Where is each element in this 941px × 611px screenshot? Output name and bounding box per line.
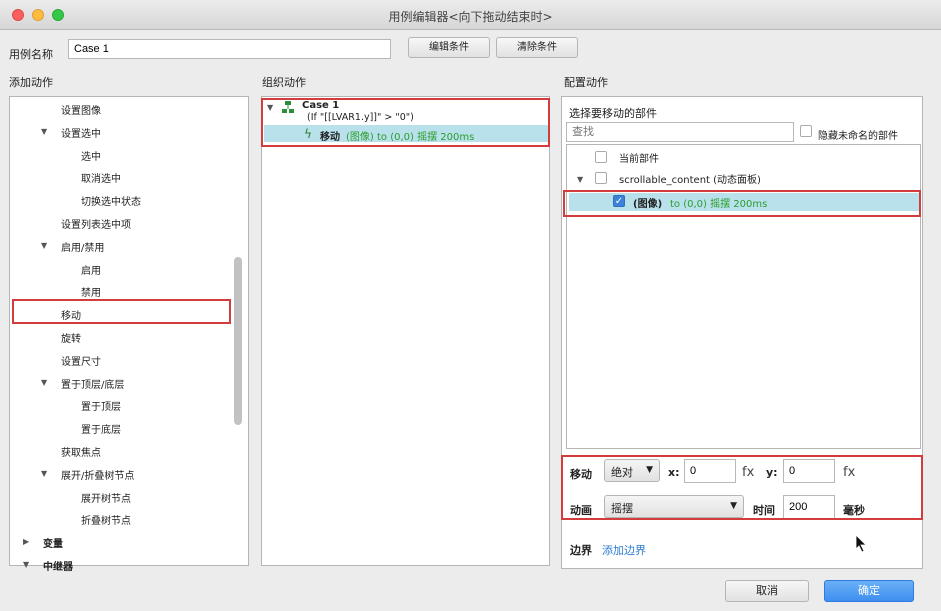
tree-toggle-arrow[interactable]: ▼ bbox=[41, 127, 47, 136]
hide-unnamed-checkbox[interactable] bbox=[800, 125, 812, 137]
border-label: 边界 bbox=[570, 544, 592, 557]
add-action-heading: 添加动作 bbox=[9, 76, 53, 89]
tree-toggle-arrow[interactable]: ▼ bbox=[41, 378, 47, 387]
add-action-scrollbar[interactable] bbox=[234, 257, 242, 425]
configure-action-heading: 配置动作 bbox=[564, 76, 608, 89]
add-action-item[interactable]: 切换选中状态 bbox=[81, 193, 141, 208]
add-action-item[interactable]: 设置尺寸 bbox=[61, 353, 101, 368]
tree-toggle-arrow[interactable]: ▶ bbox=[23, 537, 29, 546]
add-action-item[interactable]: 中继器 bbox=[43, 558, 73, 573]
window-title: 用例编辑器<向下拖动结束时> bbox=[388, 10, 553, 24]
add-action-item[interactable]: 旋转 bbox=[61, 330, 81, 345]
add-action-item[interactable]: 变量 bbox=[43, 535, 63, 550]
add-action-item[interactable]: 展开树节点 bbox=[81, 490, 131, 505]
add-action-item[interactable]: 折叠树节点 bbox=[81, 512, 131, 527]
parent-expand-arrow[interactable]: ▼ bbox=[577, 175, 583, 184]
case-name-label: 用例名称 bbox=[9, 48, 53, 61]
selected-move-highlight bbox=[12, 299, 231, 324]
select-widget-label: 选择要移动的部件 bbox=[569, 107, 657, 120]
tree-toggle-arrow[interactable]: ▼ bbox=[23, 560, 29, 569]
tree-toggle-arrow[interactable]: ▼ bbox=[41, 241, 47, 250]
hide-unnamed-label: 隐藏未命名的部件 bbox=[818, 131, 898, 142]
case-name-input[interactable] bbox=[68, 39, 391, 59]
organize-action-heading: 组织动作 bbox=[262, 76, 306, 89]
current-widget-label: 当前部件 bbox=[619, 154, 659, 165]
add-action-item[interactable]: 禁用 bbox=[81, 284, 101, 299]
add-action-item[interactable]: 取消选中 bbox=[81, 170, 121, 185]
add-action-item[interactable]: 设置图像 bbox=[61, 102, 101, 117]
add-action-item[interactable]: 启用 bbox=[81, 262, 101, 277]
image-widget-highlight bbox=[563, 190, 921, 217]
add-border-link[interactable]: 添加边界 bbox=[602, 542, 646, 558]
edit-conditions-button[interactable]: 编辑条件 bbox=[408, 37, 490, 58]
add-action-item[interactable]: 置于顶层/底层 bbox=[61, 376, 124, 391]
add-action-item[interactable]: 设置列表选中项 bbox=[61, 216, 131, 231]
add-action-item[interactable]: 展开/折叠树节点 bbox=[61, 467, 134, 482]
current-widget-checkbox[interactable] bbox=[595, 151, 607, 163]
tree-toggle-arrow[interactable]: ▼ bbox=[41, 469, 47, 478]
parent-widget-label: scrollable_content (动态面板) bbox=[619, 175, 761, 186]
search-input[interactable] bbox=[566, 122, 794, 142]
cancel-button[interactable]: 取消 bbox=[725, 580, 809, 602]
case-highlight bbox=[261, 98, 550, 147]
title-bar: 用例编辑器<向下拖动结束时> bbox=[0, 0, 941, 30]
organize-action-panel[interactable]: ▼ Case 1 (If "[[LVAR1.y]]" > "0") ϟ 移动 (… bbox=[261, 96, 550, 566]
clear-conditions-button[interactable]: 清除条件 bbox=[496, 37, 578, 58]
add-action-item[interactable]: 启用/禁用 bbox=[61, 239, 104, 254]
add-action-item[interactable]: 置于顶层 bbox=[81, 398, 121, 413]
add-action-item[interactable]: 设置选中 bbox=[61, 125, 101, 140]
parent-widget-checkbox[interactable] bbox=[595, 172, 607, 184]
add-action-list: 设置图像 ▼ 设置选中 选中 取消选中 切换选中状态 设置列表选中项 ▼ 启用/禁用 启用 禁用 移动… bbox=[9, 96, 249, 573]
add-action-item[interactable]: 选中 bbox=[81, 148, 101, 163]
ok-button[interactable]: 确定 bbox=[824, 580, 914, 602]
add-action-item[interactable]: 置于底层 bbox=[81, 421, 121, 436]
mouse-cursor-icon bbox=[855, 534, 868, 553]
move-config-highlight bbox=[561, 455, 923, 520]
add-action-item[interactable]: 获取焦点 bbox=[61, 444, 101, 459]
